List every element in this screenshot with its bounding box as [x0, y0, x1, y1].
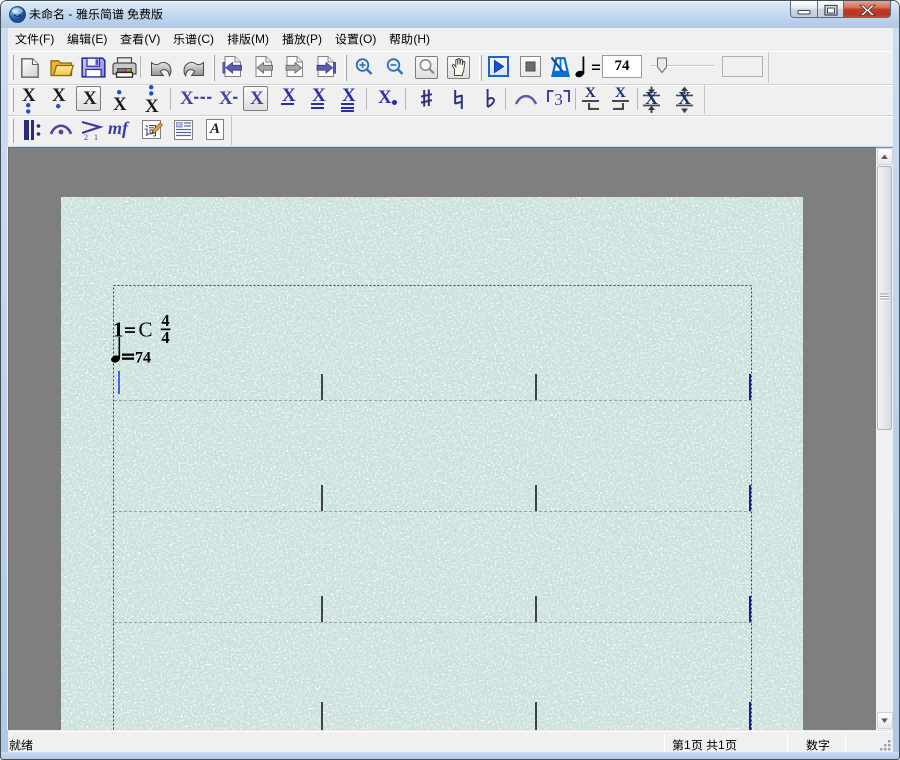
svg-text:X: X: [52, 85, 66, 106]
svg-text:X: X: [180, 88, 194, 109]
svg-text:X: X: [645, 88, 658, 108]
svg-text:X: X: [378, 87, 392, 108]
svg-text:X: X: [145, 96, 159, 117]
svg-text:X: X: [219, 88, 233, 109]
svg-text:3: 3: [554, 90, 563, 107]
svg-text:X: X: [83, 88, 97, 109]
svg-text:X: X: [250, 88, 264, 109]
svg-text:74: 74: [135, 350, 151, 367]
svg-text:1: 1: [113, 318, 124, 342]
svg-text:C: C: [139, 318, 153, 342]
svg-text:X: X: [678, 88, 691, 108]
svg-text:2: 2: [84, 133, 88, 141]
svg-text:X: X: [113, 94, 127, 115]
svg-text:4: 4: [161, 328, 169, 347]
svg-text:1: 1: [94, 133, 98, 141]
